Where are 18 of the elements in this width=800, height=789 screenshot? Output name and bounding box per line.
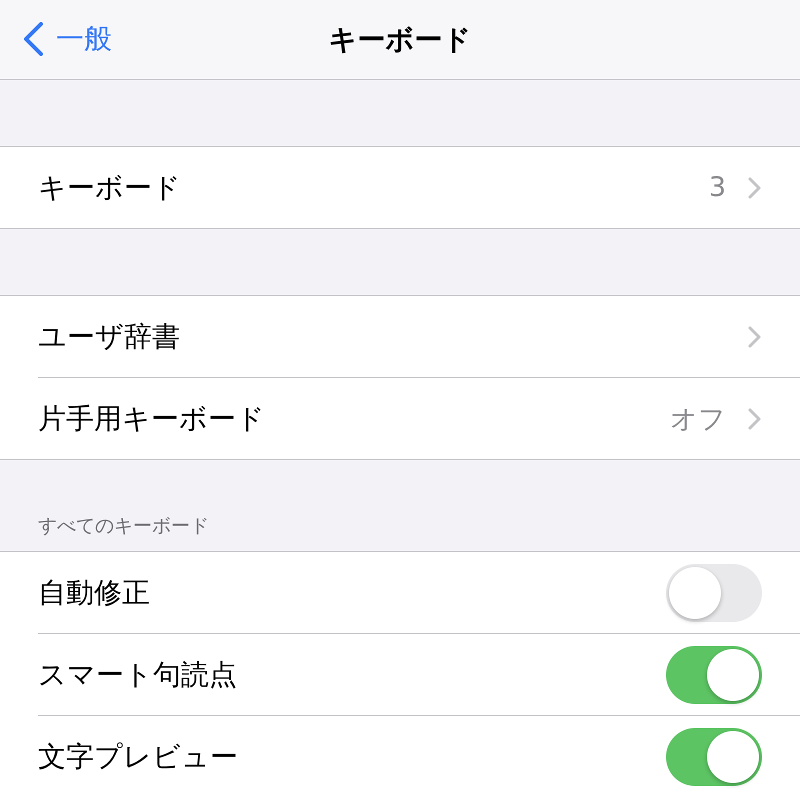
toggle-switch[interactable] [666,564,762,622]
chevron-icon[interactable] [748,408,762,430]
row-label: キーボード [38,170,182,206]
chevron-icon[interactable] [748,176,762,198]
row-label: 文字プレビュー [38,738,239,774]
back-button[interactable]: 一般 [22,20,112,58]
chevron-left-icon [22,22,44,56]
row-label: スマート句読点 [38,656,238,692]
toggle-switch[interactable] [666,728,762,786]
screen-title: キーボード [328,22,472,58]
chevron-icon[interactable] [748,326,762,348]
row-value: オフ [670,402,726,436]
section-header: すべてのキーボード [38,514,209,539]
toggle-switch[interactable] [666,646,762,704]
row-value: 3 [708,172,726,203]
row-label: ユーザ辞書 [38,318,181,354]
row-label: 片手用キーボード [38,400,266,436]
row-label: 自動修正 [38,574,151,610]
